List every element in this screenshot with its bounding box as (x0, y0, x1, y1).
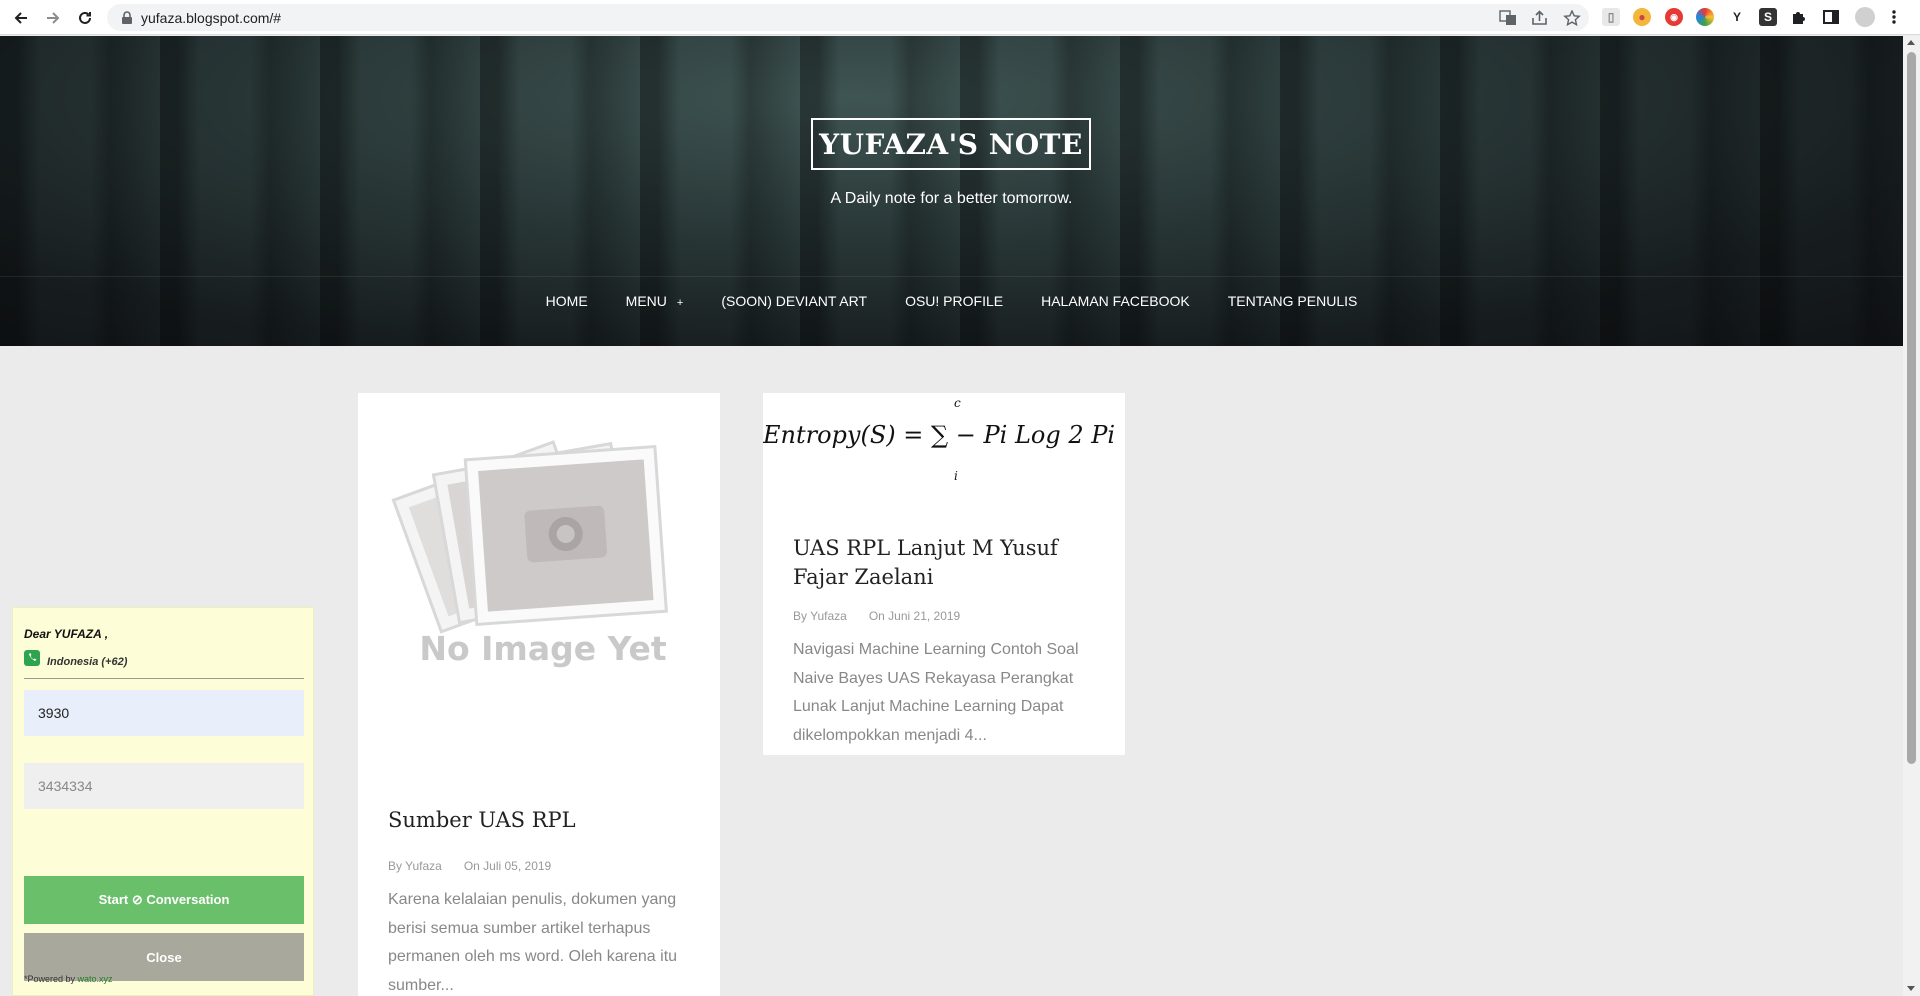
powered-by-link[interactable]: wato.xyz (78, 974, 113, 984)
menu-item-menu[interactable]: MENU + (626, 293, 684, 309)
web-page: YUFAZA'S NOTE A Daily note for a better … (0, 36, 1903, 996)
post-excerpt: Navigasi Machine Learning Contoh Soal Na… (793, 641, 1079, 744)
site-title: YUFAZA'S NOTE (819, 127, 1083, 161)
scrollbar-thumb[interactable] (1907, 52, 1916, 764)
country-code-label: Indonesia (+62) (47, 656, 128, 668)
share-icon[interactable] (1531, 10, 1549, 26)
phone-input[interactable]: 3930 (24, 690, 304, 736)
menu-item-tentang-penulis[interactable]: TENTANG PENULIS (1228, 293, 1358, 309)
menu-item-deviant-art[interactable]: (SOON) DEVIANT ART (721, 293, 867, 309)
site-title-box[interactable]: YUFAZA'S NOTE (811, 118, 1091, 170)
post-date: On Juli 05, 2019 (463, 859, 552, 873)
extensions-puzzle-icon[interactable] (1791, 9, 1807, 25)
post-meta: By Yufaza On Juli 05, 2019 (388, 859, 551, 873)
forward-arrow-icon (47, 12, 60, 24)
extension-icon[interactable]: ▯ (1602, 8, 1620, 26)
forward-button[interactable] (41, 6, 65, 30)
menu-item-home[interactable]: HOME (546, 293, 588, 309)
menu-item-osu-profile[interactable]: OSU! PROFILE (905, 293, 1003, 309)
menu-item-label: MENU (625, 293, 667, 309)
formula-lower-limit: i (954, 469, 958, 481)
post-title[interactable]: Sumber UAS RPL (388, 806, 576, 835)
site-tagline: A Daily note for a better tomorrow. (830, 190, 1073, 207)
post-card: No Image Yet Sumber UAS RPL By Yufaza On … (358, 393, 720, 996)
post-date: On Juni 21, 2019 (868, 609, 961, 623)
formula-upper-limit: c (954, 396, 961, 410)
post-excerpt: Karena kelalaian penulis, dokumen yang b… (388, 891, 678, 994)
post-thumbnail[interactable]: No Image Yet (386, 428, 690, 688)
post-meta: By Yufaza On Juni 21, 2019 (793, 609, 960, 623)
profile-avatar[interactable] (1855, 7, 1875, 27)
header-banner: YUFAZA'S NOTE A Daily note for a better … (0, 36, 1903, 346)
post-card: Entropy(S) = ∑ − Pi Log 2 Pi c i UAS RPL… (763, 393, 1125, 755)
extension-icon[interactable]: Y (1728, 8, 1746, 26)
post-thumbnail[interactable]: Entropy(S) = ∑ − Pi Log 2 Pi c i (763, 393, 1125, 481)
extension-icon[interactable]: ● (1633, 8, 1651, 26)
powered-by-prefix: *Powered by (24, 974, 78, 984)
number-input[interactable]: 3434334 (24, 763, 304, 809)
lock-icon (122, 11, 132, 24)
post-author[interactable]: By Yufaza (388, 859, 442, 873)
menu-item-facebook[interactable]: HALAMAN FACEBOOK (1041, 293, 1190, 309)
widget-greeting: Dear YUFAZA , (24, 627, 109, 641)
reload-icon (79, 11, 91, 24)
page-scrollbar[interactable] (1903, 36, 1920, 996)
powered-by: *Powered by wato.xyz (24, 974, 113, 984)
scroll-up-arrow-icon[interactable] (1907, 40, 1915, 45)
back-button[interactable] (9, 6, 33, 30)
reload-button[interactable] (73, 6, 97, 30)
bookmark-star-icon[interactable] (1563, 10, 1581, 26)
extension-icon[interactable] (1696, 8, 1714, 26)
browser-toolbar: yufaza.blogspot.com/# ▯ ● ◉ Y S (0, 0, 1920, 35)
header-divider (0, 276, 1903, 277)
address-bar[interactable]: yufaza.blogspot.com/# (107, 4, 1589, 31)
entropy-formula: Entropy(S) = ∑ − Pi Log 2 Pi (763, 421, 1115, 449)
extension-icon[interactable]: ◉ (1665, 8, 1683, 26)
back-arrow-icon (14, 12, 27, 24)
submenu-plus-icon: + (676, 297, 684, 309)
extension-icon[interactable]: S (1759, 8, 1777, 26)
whatsapp-chat-widget: Dear YUFAZA , Indonesia (+62) 3930 34343… (12, 607, 314, 996)
url-text: yufaza.blogspot.com/# (141, 10, 282, 26)
scroll-down-arrow-icon[interactable] (1907, 986, 1915, 991)
main-menu: HOME MENU + (SOON) DEVIANT ART OSU! PROFI… (0, 293, 1903, 309)
more-menu-icon[interactable] (1891, 9, 1897, 25)
translate-icon[interactable] (1499, 10, 1517, 26)
post-title[interactable]: UAS RPL Lanjut M Yusuf Fajar Zaelani (793, 534, 1083, 592)
start-conversation-button[interactable]: Start ⊘ Conversation (24, 876, 304, 924)
widget-divider (24, 678, 304, 679)
whatsapp-icon (24, 650, 40, 666)
side-panel-icon[interactable] (1823, 9, 1839, 25)
post-author[interactable]: By Yufaza (793, 609, 847, 623)
no-image-text: No Image Yet (419, 629, 666, 668)
